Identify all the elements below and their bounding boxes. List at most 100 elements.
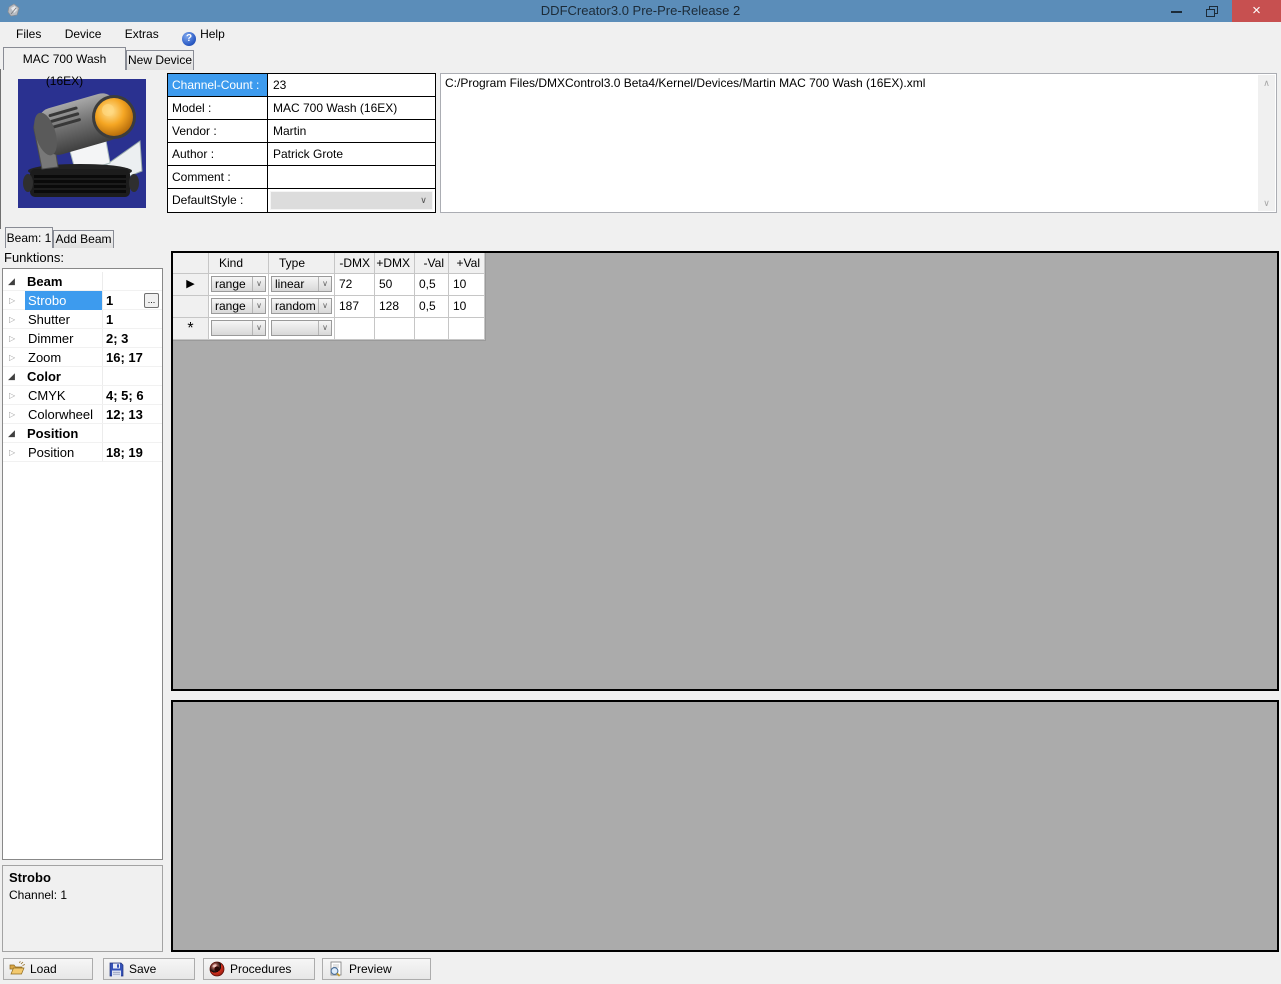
new-row-icon: * — [173, 318, 209, 340]
tree-collapsed-icon[interactable]: ▷ — [9, 405, 23, 424]
prop-label-comment[interactable]: Comment : — [168, 166, 268, 188]
procedures-icon — [209, 961, 225, 977]
restore-button[interactable] — [1195, 0, 1232, 22]
grid-header-kind: Kind — [209, 253, 269, 274]
prop-label-vendor[interactable]: Vendor : — [168, 120, 268, 142]
type-dropdown[interactable]: linear∨ — [271, 276, 332, 292]
prop-value-model[interactable]: MAC 700 Wash (16EX) — [268, 97, 435, 119]
menu-extras[interactable]: Extras — [115, 22, 169, 45]
chevron-down-icon: ∨ — [318, 321, 331, 335]
save-icon — [109, 962, 124, 977]
minus-val-cell[interactable]: 0,5 — [415, 274, 449, 296]
kind-dropdown[interactable]: range∨ — [211, 276, 266, 292]
tree-expanded-icon[interactable]: ◢ — [8, 424, 22, 443]
funktions-item-cmyk[interactable]: ▷ CMYK 4; 5; 6; 7; — [3, 386, 162, 405]
plus-val-cell[interactable]: 10 — [449, 274, 485, 296]
funktions-group-position[interactable]: ◢ Position — [3, 424, 162, 443]
tree-collapsed-icon[interactable]: ▷ — [9, 329, 23, 348]
funktions-item-colorwheel[interactable]: ▷ Colorwheel 12; 13 — [3, 405, 162, 424]
plus-dmx-cell[interactable]: 128 — [375, 296, 415, 318]
minimize-icon — [1171, 11, 1182, 13]
property-row: Author : Patrick Grote — [168, 143, 435, 166]
prop-value-channel-count[interactable]: 23 — [268, 74, 435, 96]
tab-add-beam[interactable]: Add Beam — [53, 230, 114, 248]
tree-collapsed-icon[interactable]: ▷ — [9, 443, 23, 462]
close-button[interactable]: × — [1232, 0, 1281, 22]
tabpage-border — [0, 69, 1, 229]
tree-collapsed-icon[interactable]: ▷ — [9, 386, 23, 405]
prop-label-channel-count[interactable]: Channel-Count : — [168, 74, 268, 96]
chevron-down-icon: ∨ — [252, 321, 265, 335]
funktions-group-beam[interactable]: ◢ Beam — [3, 272, 162, 291]
prop-value-vendor[interactable]: Martin — [268, 120, 435, 142]
prop-label-model[interactable]: Model : — [168, 97, 268, 119]
menu-files[interactable]: Files — [6, 22, 51, 45]
minus-dmx-cell[interactable]: 72 — [335, 274, 375, 296]
minus-val-cell[interactable] — [415, 318, 449, 340]
info-channel: Channel: 1 — [9, 888, 67, 902]
prop-label-defaultstyle[interactable]: DefaultStyle : — [168, 189, 268, 212]
info-title: Strobo — [9, 870, 51, 885]
strobo-more-button[interactable]: ... — [144, 293, 159, 308]
plus-val-cell[interactable] — [449, 318, 485, 340]
preview-icon — [328, 961, 344, 977]
window-title: DDFCreator3.0 Pre-Pre-Release 2 — [0, 0, 1281, 22]
plus-val-cell[interactable]: 10 — [449, 296, 485, 318]
tree-expanded-icon[interactable]: ◢ — [8, 367, 22, 386]
funktions-tree: ◢ Beam ▷ Strobo 1 ... ▷ Shutter 1 ▷ Dimm… — [2, 268, 163, 860]
property-row: Model : MAC 700 Wash (16EX) — [168, 97, 435, 120]
funktions-item-zoom[interactable]: ▷ Zoom 16; 17 — [3, 348, 162, 367]
prop-label-author[interactable]: Author : — [168, 143, 268, 165]
plus-dmx-cell[interactable] — [375, 318, 415, 340]
grid-row-1: ▶ range∨ linear∨ 72 50 0,5 10 — [173, 274, 485, 296]
defaultstyle-dropdown[interactable]: ∨ — [270, 191, 433, 210]
kind-dropdown[interactable]: ∨ — [211, 320, 266, 336]
chevron-down-icon: ∨ — [252, 299, 265, 313]
tab-beam-1[interactable]: Beam: 1 — [5, 227, 53, 248]
load-button[interactable]: Load — [3, 958, 93, 980]
preview-button[interactable]: Preview — [322, 958, 431, 980]
current-row-icon: ▶ — [173, 274, 209, 296]
grid-header-plus-val: +Val — [449, 253, 485, 274]
property-row: Channel-Count : 23 — [168, 74, 435, 97]
minus-dmx-cell[interactable] — [335, 318, 375, 340]
scroll-down-icon[interactable]: ∨ — [1258, 195, 1275, 211]
prop-value-comment[interactable] — [268, 166, 435, 188]
funktions-item-position[interactable]: ▷ Position 18; 19; 20 — [3, 443, 162, 462]
menu-help[interactable]: ?Help — [172, 22, 235, 50]
funktions-item-shutter[interactable]: ▷ Shutter 1 — [3, 310, 162, 329]
chevron-down-icon: ∨ — [318, 299, 331, 313]
plus-dmx-cell[interactable]: 50 — [375, 274, 415, 296]
menu-device[interactable]: Device — [55, 22, 112, 45]
tab-device-active[interactable]: MAC 700 Wash (16EX) — [3, 47, 126, 70]
type-dropdown[interactable]: random∨ — [271, 298, 332, 314]
minimize-button[interactable] — [1158, 0, 1195, 22]
funktions-item-dimmer[interactable]: ▷ Dimmer 2; 3 — [3, 329, 162, 348]
grid-header-type: Type — [269, 253, 335, 274]
range-editor-panel: Kind Type -DMX +DMX -Val +Val ▶ range∨ l… — [171, 251, 1279, 691]
file-path-text: C:/Program Files/DMXControl3.0 Beta4/Ker… — [445, 76, 1254, 90]
tree-collapsed-icon[interactable]: ▷ — [9, 310, 23, 329]
save-button[interactable]: Save — [103, 958, 195, 980]
path-scrollbar[interactable]: ∧ ∨ — [1258, 75, 1275, 211]
tab-new-device[interactable]: New Device — [126, 50, 194, 70]
tree-collapsed-icon[interactable]: ▷ — [9, 348, 23, 367]
funktions-label: Funktions: — [4, 250, 64, 265]
chevron-down-icon: ∨ — [318, 277, 331, 291]
tree-expanded-icon[interactable]: ◢ — [8, 272, 22, 291]
procedures-button[interactable]: Procedures — [203, 958, 315, 980]
funktions-item-strobo[interactable]: ▷ Strobo 1 ... — [3, 291, 162, 310]
type-dropdown[interactable]: ∨ — [271, 320, 332, 336]
minus-dmx-cell[interactable]: 187 — [335, 296, 375, 318]
scroll-up-icon[interactable]: ∧ — [1258, 75, 1275, 91]
funktions-group-color[interactable]: ◢ Color — [3, 367, 162, 386]
tree-collapsed-icon[interactable]: ▷ — [9, 291, 23, 310]
file-path-box[interactable]: C:/Program Files/DMXControl3.0 Beta4/Ker… — [440, 73, 1277, 213]
kind-dropdown[interactable]: range∨ — [211, 298, 266, 314]
chevron-down-icon: ∨ — [252, 277, 265, 291]
prop-value-author[interactable]: Patrick Grote — [268, 143, 435, 165]
minus-val-cell[interactable]: 0,5 — [415, 296, 449, 318]
open-folder-icon — [9, 961, 25, 977]
range-grid: Kind Type -DMX +DMX -Val +Val ▶ range∨ l… — [173, 253, 486, 341]
device-image — [18, 79, 146, 208]
